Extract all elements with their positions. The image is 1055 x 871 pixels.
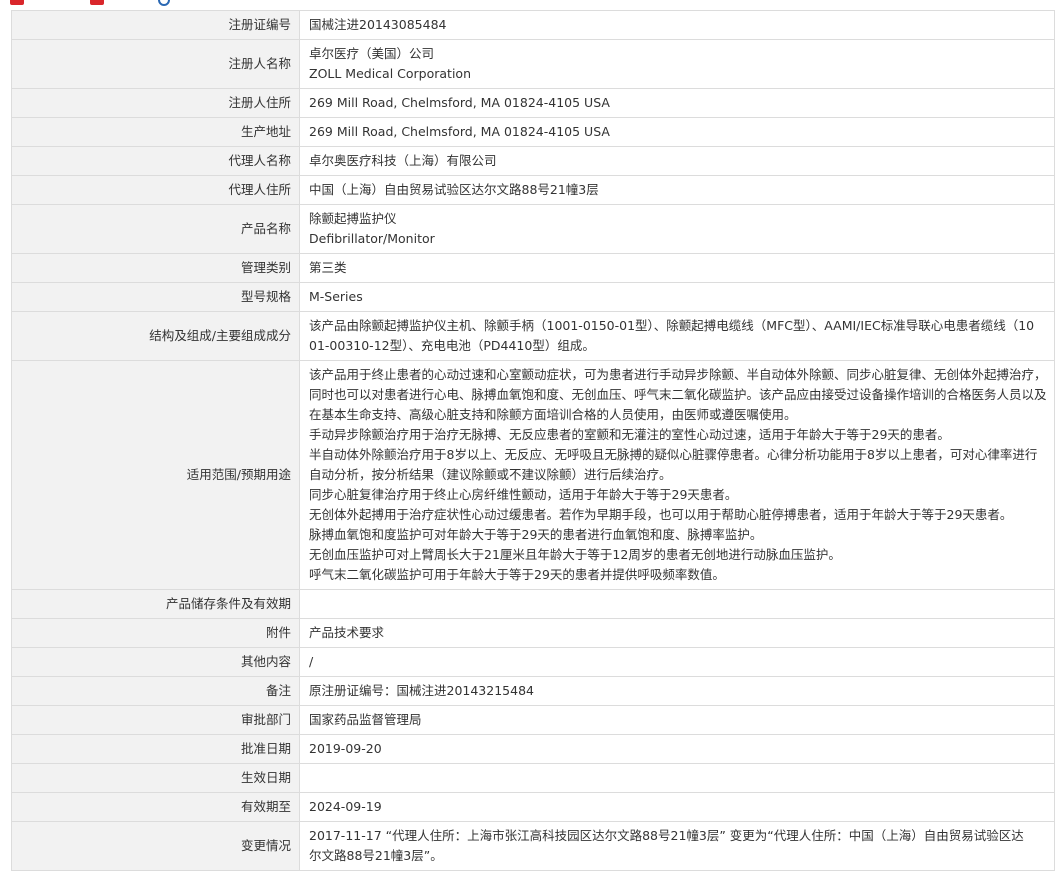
field-value-line: 原注册证编号：国械注进20143215484	[309, 683, 534, 698]
field-value-line: 国械注进20143085484	[309, 17, 447, 32]
table-row: 有效期至 2024-09-19	[11, 792, 1055, 822]
field-value: 卓尔奥医疗科技（上海）有限公司	[299, 146, 1055, 176]
field-value-line: 269 Mill Road, Chelmsford, MA 01824-4105…	[309, 124, 610, 139]
field-value: 除颤起搏监护仪 Defibrillator/Monitor	[299, 204, 1055, 254]
field-value-line: 中国（上海）自由贸易试验区达尔文路88号21幢3层	[309, 182, 599, 197]
field-value: 卓尔医疗（美国）公司 ZOLL Medical Corporation	[299, 39, 1055, 89]
field-label: 生产地址	[11, 117, 300, 147]
registration-detail-table: 注册证编号 国械注进20143085484 注册人名称 卓尔医疗（美国）公司 ZOLL …	[11, 10, 1055, 871]
field-label: 批准日期	[11, 734, 300, 764]
field-value-line: 国家药品监督管理局	[309, 712, 422, 727]
field-value-line: 2019-09-20	[309, 741, 382, 756]
field-value: 269 Mill Road, Chelmsford, MA 01824-4105…	[299, 88, 1055, 118]
table-row: 管理类别 第三类	[11, 253, 1055, 283]
table-row: 备注 原注册证编号：国械注进20143215484	[11, 676, 1055, 706]
field-label: 变更情况	[11, 821, 300, 871]
table-row: 适用范围/预期用途 该产品用于终止患者的心动过速和心室颤动症状，可为患者进行手动异…	[11, 360, 1055, 590]
field-value: /	[299, 647, 1055, 677]
field-value-line: Defibrillator/Monitor	[309, 231, 435, 246]
field-value: 国械注进20143085484	[299, 10, 1055, 40]
field-value-line: ZOLL Medical Corporation	[309, 66, 472, 81]
field-value-line: 呼气末二氧化碳监护可用于年龄大于等于29天的患者并提供呼吸频率数值。	[309, 567, 725, 582]
field-value-line: 同步心脏复律治疗用于终止心房纤维性颤动，适用于年龄大于等于29天患者。	[309, 487, 738, 502]
table-row: 注册证编号 国械注进20143085484	[11, 10, 1055, 40]
field-value: 269 Mill Road, Chelmsford, MA 01824-4105…	[299, 117, 1055, 147]
field-value-line: 卓尔医疗（美国）公司	[309, 46, 435, 61]
field-value-line: /	[309, 654, 314, 669]
field-value-line: 01-00310-12型）、充电电池（PD4410型）组成。	[309, 338, 595, 353]
field-label: 附件	[11, 618, 300, 648]
table-row: 其他内容 /	[11, 647, 1055, 677]
field-label: 型号规格	[11, 282, 300, 312]
refresh-icon[interactable]	[158, 0, 170, 6]
field-label: 注册人名称	[11, 39, 300, 89]
field-value: 2019-09-20	[299, 734, 1055, 764]
field-value-line: 2017-11-17 “代理人住所：上海市张江高科技园区达尔文路88号21幢3层…	[309, 828, 1024, 843]
table-row: 代理人住所 中国（上海）自由贸易试验区达尔文路88号21幢3层	[11, 175, 1055, 205]
field-value-line: 2024-09-19	[309, 799, 382, 814]
field-value-line: 在基本生命支持、高级心脏支持和除颤方面培训合格的人员使用，由医师或遵医嘱使用。	[309, 407, 797, 422]
field-value-line: 手动异步除颤治疗用于治疗无脉搏、无反应患者的室颤和无灌注的室性心动过速，适用于年…	[309, 427, 950, 442]
field-value: 第三类	[299, 253, 1055, 283]
field-value-line: 269 Mill Road, Chelmsford, MA 01824-4105…	[309, 95, 610, 110]
field-value-line: 该产品用于终止患者的心动过速和心室颤动症状，可为患者进行手动异步除颤、半自动体外…	[309, 367, 1047, 382]
field-value-line: 脉搏血氧饱和度监护可对年龄大于等于29天的患者进行血氧饱和度、脉搏率监护。	[309, 527, 763, 542]
field-value	[299, 589, 1055, 619]
field-label: 产品储存条件及有效期	[11, 589, 300, 619]
field-value: 该产品用于终止患者的心动过速和心室颤动症状，可为患者进行手动异步除颤、半自动体外…	[299, 360, 1055, 590]
table-row: 附件 产品技术要求	[11, 618, 1055, 648]
table-row: 审批部门 国家药品监督管理局	[11, 705, 1055, 735]
field-value-line: 第三类	[309, 260, 347, 275]
field-value-line: 尔文路88号21幢3层”。	[309, 848, 443, 863]
field-value: 中国（上海）自由贸易试验区达尔文路88号21幢3层	[299, 175, 1055, 205]
field-value: 产品技术要求	[299, 618, 1055, 648]
field-value: 国家药品监督管理局	[299, 705, 1055, 735]
table-row: 生产地址 269 Mill Road, Chelmsford, MA 01824-…	[11, 117, 1055, 147]
table-row: 产品名称 除颤起搏监护仪 Defibrillator/Monitor	[11, 204, 1055, 254]
field-label: 代理人住所	[11, 175, 300, 205]
table-row: 批准日期 2019-09-20	[11, 734, 1055, 764]
field-label: 备注	[11, 676, 300, 706]
field-value	[299, 763, 1055, 793]
field-label: 注册人住所	[11, 88, 300, 118]
field-label: 审批部门	[11, 705, 300, 735]
field-value-line: 同时也可以对患者进行心电、脉搏血氧饱和度、无创血压、呼气末二氧化碳监护。该产品应…	[309, 387, 1047, 402]
field-value-line: 该产品由除颤起搏监护仪主机、除颤手柄（1001-0150-01型）、除颤起搏电缆…	[309, 318, 1035, 333]
field-value-line: 自动分析，按分析结果（建议除颤或不建议除颤）进行后续治疗。	[309, 467, 672, 482]
field-value-line: 除颤起搏监护仪	[309, 211, 397, 226]
field-label: 生效日期	[11, 763, 300, 793]
field-value: M-Series	[299, 282, 1055, 312]
field-label: 结构及组成/主要组成成分	[11, 311, 300, 361]
table-row: 代理人名称 卓尔奥医疗科技（上海）有限公司	[11, 146, 1055, 176]
field-label: 适用范围/预期用途	[11, 360, 300, 590]
table-row: 结构及组成/主要组成成分 该产品由除颤起搏监护仪主机、除颤手柄（1001-0150…	[11, 311, 1055, 361]
field-value-line: 卓尔奥医疗科技（上海）有限公司	[309, 153, 497, 168]
field-value-line: M-Series	[309, 289, 363, 304]
field-label: 产品名称	[11, 204, 300, 254]
field-value: 2017-11-17 “代理人住所：上海市张江高科技园区达尔文路88号21幢3层…	[299, 821, 1055, 871]
pdf-icon[interactable]	[90, 0, 104, 5]
table-row: 变更情况 2017-11-17 “代理人住所：上海市张江高科技园区达尔文路88号2…	[11, 821, 1055, 871]
table-row: 注册人名称 卓尔医疗（美国）公司 ZOLL Medical Corporation	[11, 39, 1055, 89]
field-label: 有效期至	[11, 792, 300, 822]
top-toolbar-strip	[0, 0, 1055, 6]
table-row: 生效日期	[11, 763, 1055, 793]
field-label: 其他内容	[11, 647, 300, 677]
field-label: 管理类别	[11, 253, 300, 283]
field-value-line: 产品技术要求	[309, 625, 385, 640]
field-value-line: 无创血压监护可对上臂周长大于21厘米且年龄大于等于12周岁的患者无创地进行动脉血…	[309, 547, 841, 562]
pdf-icon[interactable]	[10, 0, 24, 5]
field-value-line: 半自动体外除颤治疗用于8岁以上、无反应、无呼吸且无脉搏的疑似心脏骤停患者。心律分…	[309, 447, 1038, 462]
field-value: 该产品由除颤起搏监护仪主机、除颤手柄（1001-0150-01型）、除颤起搏电缆…	[299, 311, 1055, 361]
field-value-line: 无创体外起搏用于治疗症状性心动过缓患者。若作为早期手段，也可以用于帮助心脏停搏患…	[309, 507, 1013, 522]
field-value: 原注册证编号：国械注进20143215484	[299, 676, 1055, 706]
table-row: 型号规格 M-Series	[11, 282, 1055, 312]
table-row: 注册人住所 269 Mill Road, Chelmsford, MA 01824…	[11, 88, 1055, 118]
field-value: 2024-09-19	[299, 792, 1055, 822]
field-label: 注册证编号	[11, 10, 300, 40]
field-label: 代理人名称	[11, 146, 300, 176]
table-row: 产品储存条件及有效期	[11, 589, 1055, 619]
